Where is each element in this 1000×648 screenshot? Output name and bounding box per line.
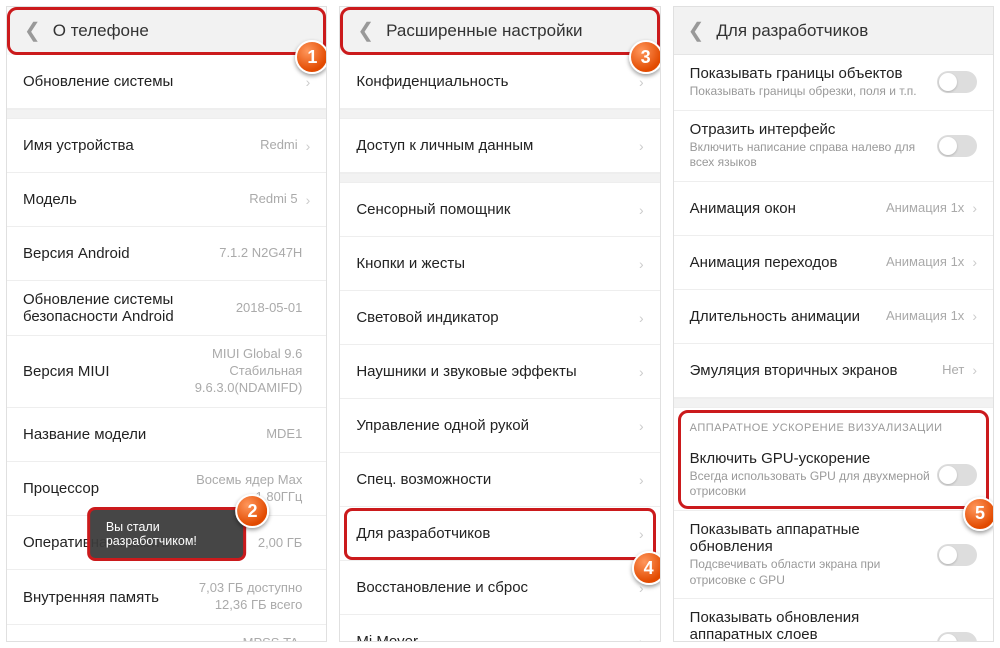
chevron-right-icon: › [639, 138, 644, 154]
header-title: Расширенные настройки [386, 21, 582, 41]
chevron-right-icon: › [972, 254, 977, 270]
row-show-hw-updates[interactable]: Показывать аппаратные обновления Подсвеч… [674, 511, 993, 599]
row-mi-mover[interactable]: Mi Mover › [340, 615, 659, 641]
screen-developer-options: ❮ Для разработчиков Показывать границы о… [673, 6, 994, 642]
row-quick-ball[interactable]: Сенсорный помощник › [340, 183, 659, 237]
back-icon[interactable]: ❮ [24, 21, 41, 41]
row-developer-options[interactable]: Для разработчиков › [340, 507, 659, 561]
chevron-right-icon: › [972, 200, 977, 216]
chevron-right-icon: › [306, 138, 311, 154]
row-headphones-audio[interactable]: Наушники и звуковые эффекты › [340, 345, 659, 399]
row-transition-animation[interactable]: Анимация переходов Анимация 1x › [674, 236, 993, 290]
step-marker-1: 1 [295, 40, 327, 74]
row-accessibility[interactable]: Спец. возможности › [340, 453, 659, 507]
header-advanced[interactable]: ❮ Расширенные настройки 3 [340, 7, 659, 55]
row-system-update[interactable]: Обновление системы › [7, 55, 326, 109]
row-one-handed[interactable]: Управление одной рукой › [340, 399, 659, 453]
developer-toast: Вы стали разработчиком! 2 [87, 507, 247, 561]
back-icon[interactable]: ❮ [688, 21, 705, 41]
chevron-right-icon: › [306, 74, 311, 90]
row-android-version[interactable]: Версия Android 7.1.2 N2G47H [7, 227, 326, 281]
section-hw-accel: АППАРАТНОЕ УСКОРЕНИЕ ВИЗУАЛИЗАЦИИ [674, 408, 993, 440]
switch-toggle[interactable] [937, 71, 977, 93]
back-icon[interactable]: ❮ [357, 21, 374, 41]
row-backup-reset[interactable]: Восстановление и сброс › [340, 561, 659, 615]
chevron-right-icon: › [639, 256, 644, 272]
row-developer-options-wrap: Для разработчиков › 4 [340, 507, 659, 561]
switch-toggle[interactable] [937, 632, 977, 641]
gpu-highlight-zone: АППАРАТНОЕ УСКОРЕНИЕ ВИЗУАЛИЗАЦИИ Включи… [674, 408, 993, 511]
step-marker-5: 5 [963, 497, 993, 531]
chevron-right-icon: › [639, 472, 644, 488]
row-device-name[interactable]: Имя устройства Redmi › [7, 119, 326, 173]
row-window-animation[interactable]: Анимация окон Анимация 1x › [674, 182, 993, 236]
row-secondary-displays[interactable]: Эмуляция вторичных экранов Нет › [674, 344, 993, 398]
switch-toggle[interactable] [937, 544, 977, 566]
row-model[interactable]: Модель Redmi 5 › [7, 173, 326, 227]
chevron-right-icon: › [639, 310, 644, 326]
step-marker-3: 3 [629, 40, 661, 74]
screen-advanced-settings: ❮ Расширенные настройки 3 Конфиденциальн… [339, 6, 660, 642]
step-marker-2: 2 [235, 494, 269, 528]
chevron-right-icon: › [639, 526, 644, 542]
row-led[interactable]: Световой индикатор › [340, 291, 659, 345]
switch-toggle[interactable] [937, 135, 977, 157]
row-buttons-gestures[interactable]: Кнопки и жесты › [340, 237, 659, 291]
row-personal-data[interactable]: Доступ к личным данным › [340, 119, 659, 173]
header-developer[interactable]: ❮ Для разработчиков [674, 7, 993, 55]
row-miui-version[interactable]: Версия MIUI MIUI Global 9.6 Стабильная 9… [7, 336, 326, 408]
chevron-right-icon: › [639, 74, 644, 90]
row-rtl-layout[interactable]: Отразить интерфейс Включить написание сп… [674, 111, 993, 182]
row-model-name[interactable]: Название модели MDE1 [7, 408, 326, 462]
row-baseband[interactable]: Прошивка модуля связи MPSS.TA. 2.3.c1-00… [7, 625, 326, 641]
chevron-right-icon: › [639, 202, 644, 218]
header-title: О телефоне [53, 21, 149, 41]
chevron-right-icon: › [306, 192, 311, 208]
row-animator-duration[interactable]: Длительность анимации Анимация 1x › [674, 290, 993, 344]
screen-about-phone: ❮ О телефоне 1 Обновление системы › Имя … [6, 6, 327, 642]
row-security-update[interactable]: Обновление системы безопасности Android … [7, 281, 326, 336]
chevron-right-icon: › [972, 362, 977, 378]
chevron-right-icon: › [639, 418, 644, 434]
row-privacy[interactable]: Конфиденциальность › [340, 55, 659, 109]
chevron-right-icon: › [639, 364, 644, 380]
chevron-right-icon: › [639, 634, 644, 642]
row-internal-storage[interactable]: Внутренняя память 7,03 ГБ доступно 12,36… [7, 570, 326, 625]
chevron-right-icon: › [972, 308, 977, 324]
header-about[interactable]: ❮ О телефоне 1 [7, 7, 326, 55]
screen3-body: Показывать границы объектов Показывать г… [674, 55, 993, 641]
header-title: Для разработчиков [716, 21, 868, 41]
switch-toggle[interactable] [937, 464, 977, 486]
row-show-hw-layers[interactable]: Показывать обновления аппаратных слоев В… [674, 599, 993, 641]
row-force-gpu[interactable]: Включить GPU-ускорение Всегда использова… [674, 440, 993, 511]
row-show-layout-bounds[interactable]: Показывать границы объектов Показывать г… [674, 55, 993, 111]
screen2-body: Конфиденциальность › Доступ к личным дан… [340, 55, 659, 641]
